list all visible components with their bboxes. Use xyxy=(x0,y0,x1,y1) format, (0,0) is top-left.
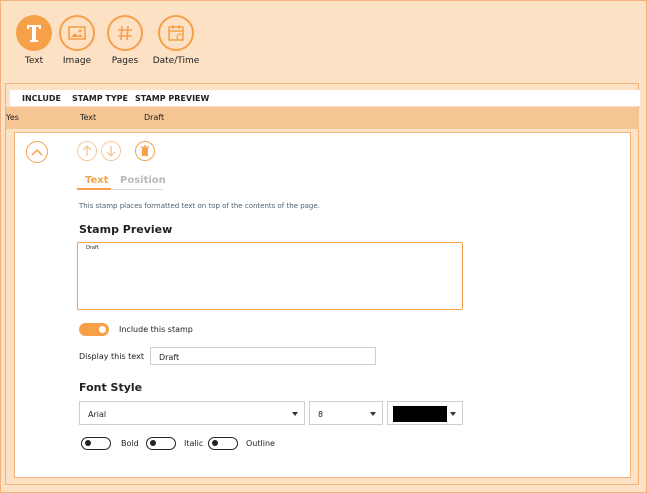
stamp-detail-card: Text Position This stamp places formatte… xyxy=(14,132,631,478)
tool-label-datetime: Date/Time xyxy=(152,56,200,66)
cell-stamp-type: Text xyxy=(80,113,97,122)
font-size-value: 8 xyxy=(318,410,324,419)
display-text-input[interactable]: Draft xyxy=(150,347,376,365)
bold-toggle[interactable] xyxy=(81,437,111,450)
table-row[interactable]: Yes Text Draft xyxy=(6,107,639,129)
stamp-table-header: INCLUDE STAMP TYPE STAMP PREVIEW xyxy=(10,90,640,106)
collapse-button[interactable] xyxy=(26,141,48,163)
chevron-down-icon xyxy=(292,412,298,416)
include-stamp-label: Include this stamp xyxy=(119,325,193,334)
font-family-select[interactable]: Arial xyxy=(79,401,305,425)
stamp-editor-window: Text Image Pages Date/Time INCLUDE STAMP… xyxy=(0,0,647,493)
stamp-preview-box: Draft xyxy=(77,242,463,310)
trash-icon xyxy=(141,145,149,156)
font-style-title: Font Style xyxy=(79,381,143,394)
header-stamp-type: STAMP TYPE xyxy=(72,94,128,103)
outline-toggle[interactable] xyxy=(208,437,238,450)
delete-stamp-button[interactable] xyxy=(135,141,155,161)
font-family-value: Arial xyxy=(88,410,107,419)
chevron-down-icon xyxy=(450,412,456,416)
stamp-toolbar: Text Image Pages Date/Time xyxy=(1,1,646,79)
display-text-label: Display this text xyxy=(79,352,144,361)
stamp-description: This stamp places formatted text on top … xyxy=(79,202,320,210)
hash-icon xyxy=(107,15,143,51)
active-tab-indicator xyxy=(77,188,111,190)
bold-label: Bold xyxy=(121,439,139,448)
stamp-preview-text: Draft xyxy=(86,245,99,251)
arrow-up-icon xyxy=(82,145,92,156)
tab-position[interactable]: Position xyxy=(120,175,166,186)
calendar-icon xyxy=(158,15,194,51)
chevron-up-icon xyxy=(31,148,43,156)
header-stamp-preview: STAMP PREVIEW xyxy=(135,94,210,103)
italic-toggle[interactable] xyxy=(146,437,176,450)
header-include: INCLUDE xyxy=(22,94,61,103)
add-datetime-stamp-button[interactable]: Date/Time xyxy=(146,15,206,66)
stamp-list-panel: INCLUDE STAMP TYPE STAMP PREVIEW Yes Tex… xyxy=(5,83,640,485)
font-size-select[interactable]: 8 xyxy=(309,401,383,425)
italic-label: Italic xyxy=(184,439,204,448)
font-color-select[interactable] xyxy=(387,401,463,425)
font-color-swatch xyxy=(393,406,447,422)
cell-include: Yes xyxy=(6,113,19,122)
arrow-down-icon xyxy=(106,146,116,157)
cell-stamp-preview: Draft xyxy=(144,113,165,122)
include-stamp-toggle[interactable] xyxy=(79,323,109,336)
tab-text[interactable]: Text xyxy=(85,175,109,186)
move-down-button[interactable] xyxy=(101,141,121,161)
move-up-button[interactable] xyxy=(77,141,97,161)
outline-label: Outline xyxy=(246,439,275,448)
image-icon xyxy=(59,15,95,51)
stamp-preview-title: Stamp Preview xyxy=(79,223,173,236)
chevron-down-icon xyxy=(370,412,376,416)
